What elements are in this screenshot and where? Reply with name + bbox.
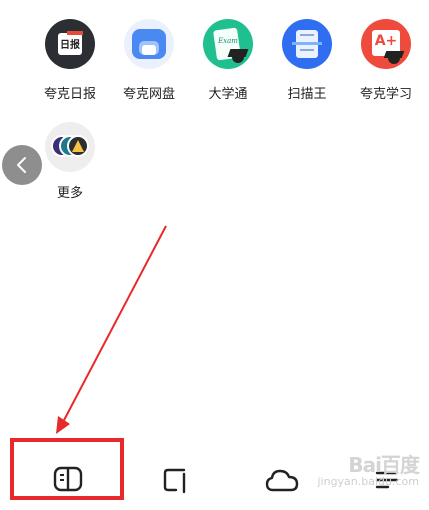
app-more[interactable]: 更多	[39, 122, 101, 201]
app-label: 夸克学习	[359, 87, 412, 102]
app-quark-study[interactable]: A+ 夸克学习	[355, 19, 417, 102]
cloud-button[interactable]	[265, 468, 299, 496]
app-university[interactable]: Exam 大学通	[197, 19, 259, 102]
more-apps-icon	[45, 122, 95, 172]
tabs-icon	[163, 468, 186, 494]
tabs-button[interactable]	[162, 466, 188, 498]
app-scanner[interactable]: 扫描王	[276, 19, 338, 102]
book-icon	[53, 466, 83, 492]
app-quark-daily[interactable]: 日报 夸克日报	[39, 19, 101, 102]
app-label: 扫描王	[287, 87, 327, 102]
app-label: 夸克网盘	[122, 87, 175, 102]
cloud-drive-icon	[124, 19, 174, 69]
app-label: 大学通	[208, 87, 248, 102]
daily-news-icon: 日报	[45, 19, 95, 69]
app-label: 更多	[56, 186, 83, 201]
back-button[interactable]	[2, 145, 42, 185]
university-icon: Exam	[203, 19, 253, 69]
scanner-icon	[282, 19, 332, 69]
app-label: 夸克日报	[43, 87, 96, 102]
chevron-left-icon	[17, 157, 26, 173]
app-quark-drive[interactable]: 夸克网盘	[118, 19, 180, 102]
bookmarks-button[interactable]	[53, 466, 83, 496]
study-icon: A+	[361, 19, 411, 69]
cloud-icon	[265, 469, 299, 492]
watermark: Bai百度 jingyan.baidu.com	[317, 453, 420, 488]
